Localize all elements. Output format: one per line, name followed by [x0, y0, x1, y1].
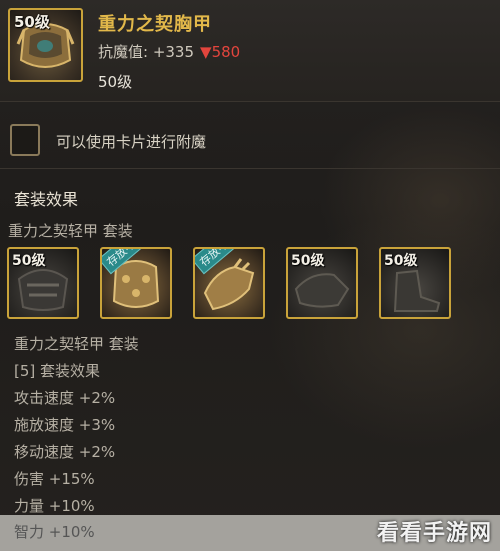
item-name: 重力之契胸甲 — [98, 14, 212, 35]
stat-decrease: ▼580 — [200, 43, 241, 61]
set-slot-legs[interactable]: 50级 — [286, 247, 358, 319]
set-line: 重力之契轻甲 套装 — [14, 335, 139, 353]
slot-level-badge: 50级 — [291, 253, 325, 269]
item-level-badge: 50级 — [14, 13, 50, 31]
item-level: 50级 — [98, 73, 133, 91]
watermark: 看看手游网 — [376, 521, 492, 546]
set-item-slots: 50级 存放中 存放中 50级 50级 — [7, 247, 467, 321]
stat-label: 抗魔值: +335 — [98, 43, 195, 61]
item-header: 50级 重力之契胸甲 抗魔值: +335 ▼580 50级 — [0, 0, 500, 102]
set-line: 伤害 +15% — [14, 470, 95, 488]
set-line: 施放速度 +3% — [14, 416, 116, 434]
set-line: 智力 +10% — [14, 523, 95, 541]
set-slot-gloves[interactable]: 存放中 — [193, 247, 265, 319]
magic-resistance-stat: 抗魔值: +335 ▼580 — [98, 41, 240, 62]
slot-level-badge: 50级 — [384, 253, 418, 269]
set-effect-title: 套装效果 — [14, 190, 79, 209]
card-enchant-checkbox[interactable] — [10, 124, 40, 156]
chest-armor-icon[interactable]: 50级 — [8, 8, 83, 82]
card-enchant-label: 可以使用卡片进行附魔 — [56, 133, 207, 151]
set-slot-helmet[interactable]: 50级 — [7, 247, 79, 319]
set-slot-chest[interactable]: 存放中 — [100, 247, 172, 319]
set-slot-boots[interactable]: 50级 — [379, 247, 451, 319]
set-line: 移动速度 +2% — [14, 443, 116, 461]
set-line: [5] 套装效果 — [14, 362, 101, 380]
divider — [0, 168, 500, 169]
set-line: 攻击速度 +2% — [14, 389, 116, 407]
slot-level-badge: 50级 — [12, 253, 46, 269]
set-effect-list: 重力之契轻甲 套装 [5] 套装效果 攻击速度 +2% 施放速度 +3% 移动速… — [14, 331, 139, 520]
set-name: 重力之契轻甲 套装 — [8, 222, 133, 240]
item-tooltip-panel: 50级 重力之契胸甲 抗魔值: +335 ▼580 50级 可以使用卡片进行附魔 … — [0, 0, 500, 551]
